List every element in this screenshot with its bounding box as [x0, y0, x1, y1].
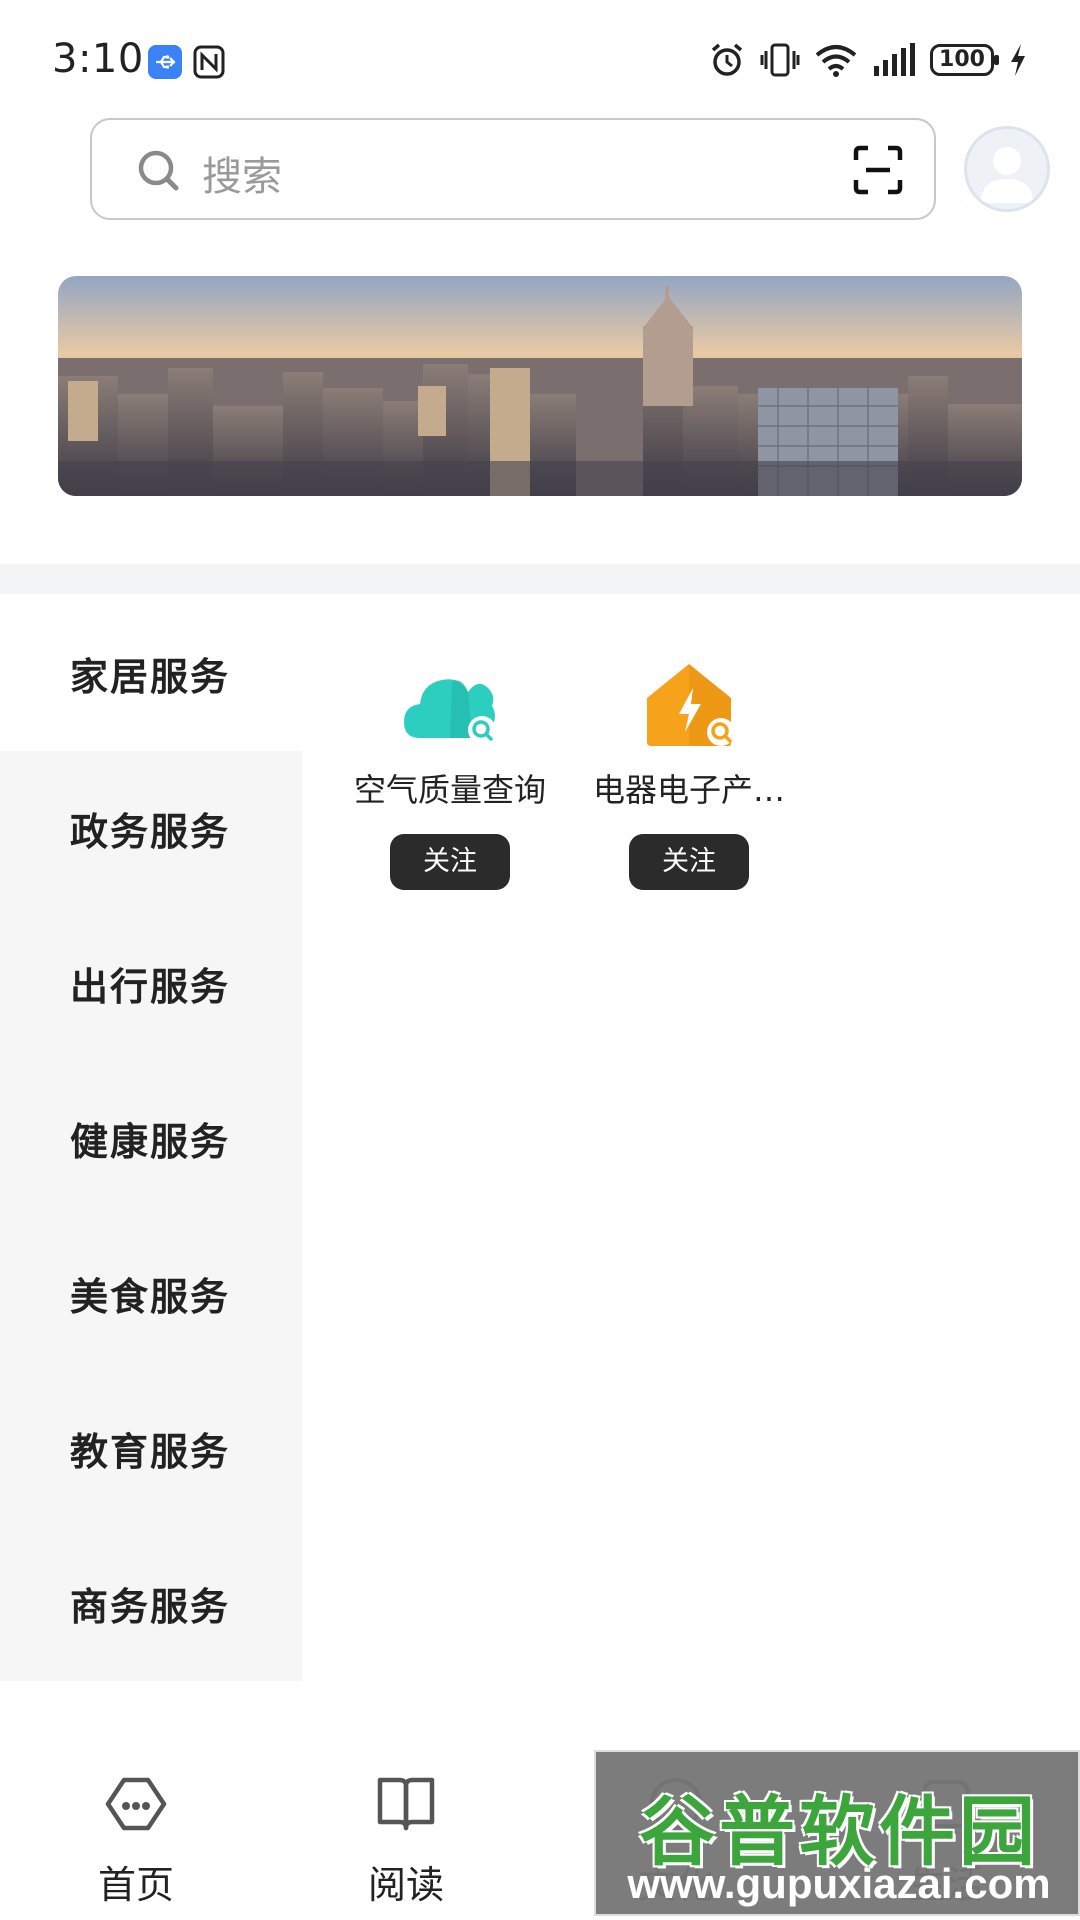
category-label: 出行服务: [70, 965, 231, 1009]
search-input[interactable]: 搜索: [90, 118, 936, 220]
signal-icon: [874, 43, 915, 76]
search-placeholder: 搜索: [202, 154, 282, 200]
category-label: 美食服务: [70, 1275, 231, 1319]
book-icon: [377, 1777, 435, 1831]
usb-icon: [148, 45, 182, 79]
category-label: 家居服务: [70, 655, 231, 699]
vibrate-icon: [760, 43, 800, 77]
category-label: 教育服务: [70, 1430, 231, 1474]
service-name: 空气质量查询: [353, 771, 546, 809]
category-item-government[interactable]: 政务服务: [0, 751, 302, 906]
category-item-business[interactable]: 商务服务: [0, 1526, 302, 1681]
nav-item-home[interactable]: 首页: [46, 1772, 226, 1912]
status-icons: 100: [708, 40, 1028, 80]
charging-icon: [1011, 44, 1025, 76]
category-item-health[interactable]: 健康服务: [0, 1061, 302, 1216]
follow-button[interactable]: 关注: [629, 834, 749, 890]
category-sidebar: 家居服务 政务服务 出行服务 健康服务 美食服务 教育服务 商务服务: [0, 596, 302, 1682]
nav-item-read[interactable]: 阅读: [316, 1772, 496, 1912]
category-label: 商务服务: [70, 1585, 231, 1629]
avatar[interactable]: [964, 126, 1050, 212]
scan-icon[interactable]: [852, 144, 904, 196]
user-avatar-icon: [981, 147, 1033, 203]
service-card-air-quality[interactable]: 空气质量查询 关注: [345, 660, 555, 900]
nav-label: 阅读: [367, 1863, 444, 1907]
category-label: 政务服务: [70, 810, 231, 854]
follow-button[interactable]: 关注: [390, 834, 510, 890]
category-item-home[interactable]: 家居服务: [0, 596, 302, 751]
air-quality-icon: [404, 679, 496, 744]
service-name: 电器电子产…: [592, 771, 785, 809]
wifi-icon: [815, 45, 857, 77]
appliance-icon: [647, 664, 735, 746]
category-item-travel[interactable]: 出行服务: [0, 906, 302, 1061]
nfc-icon: [193, 45, 225, 79]
battery-level: 100: [939, 47, 985, 72]
category-item-food[interactable]: 美食服务: [0, 1216, 302, 1371]
nav-label: 首页: [97, 1863, 174, 1907]
search-icon: [138, 150, 179, 191]
watermark: 谷普软件园 www.gupuxiazai.com: [594, 1750, 1080, 1916]
app-root: 3:10 100 搜索 家居服务 政务服务 出行服务 健康服务 美食服务 教育服…: [0, 0, 1080, 1920]
status-bar: 3:10 100: [0, 0, 1080, 110]
city-banner-image[interactable]: [58, 276, 1022, 496]
watermark-url: www.gupuxiazai.com: [627, 1860, 1051, 1907]
section-divider: [0, 564, 1080, 594]
alarm-icon: [711, 43, 743, 76]
category-label: 健康服务: [70, 1120, 231, 1164]
status-time: 3:10: [52, 36, 144, 82]
category-item-education[interactable]: 教育服务: [0, 1371, 302, 1526]
battery-icon: 100: [930, 44, 999, 76]
home-icon: [105, 1777, 167, 1831]
service-card-appliance[interactable]: 电器电子产… 关注: [584, 660, 794, 900]
